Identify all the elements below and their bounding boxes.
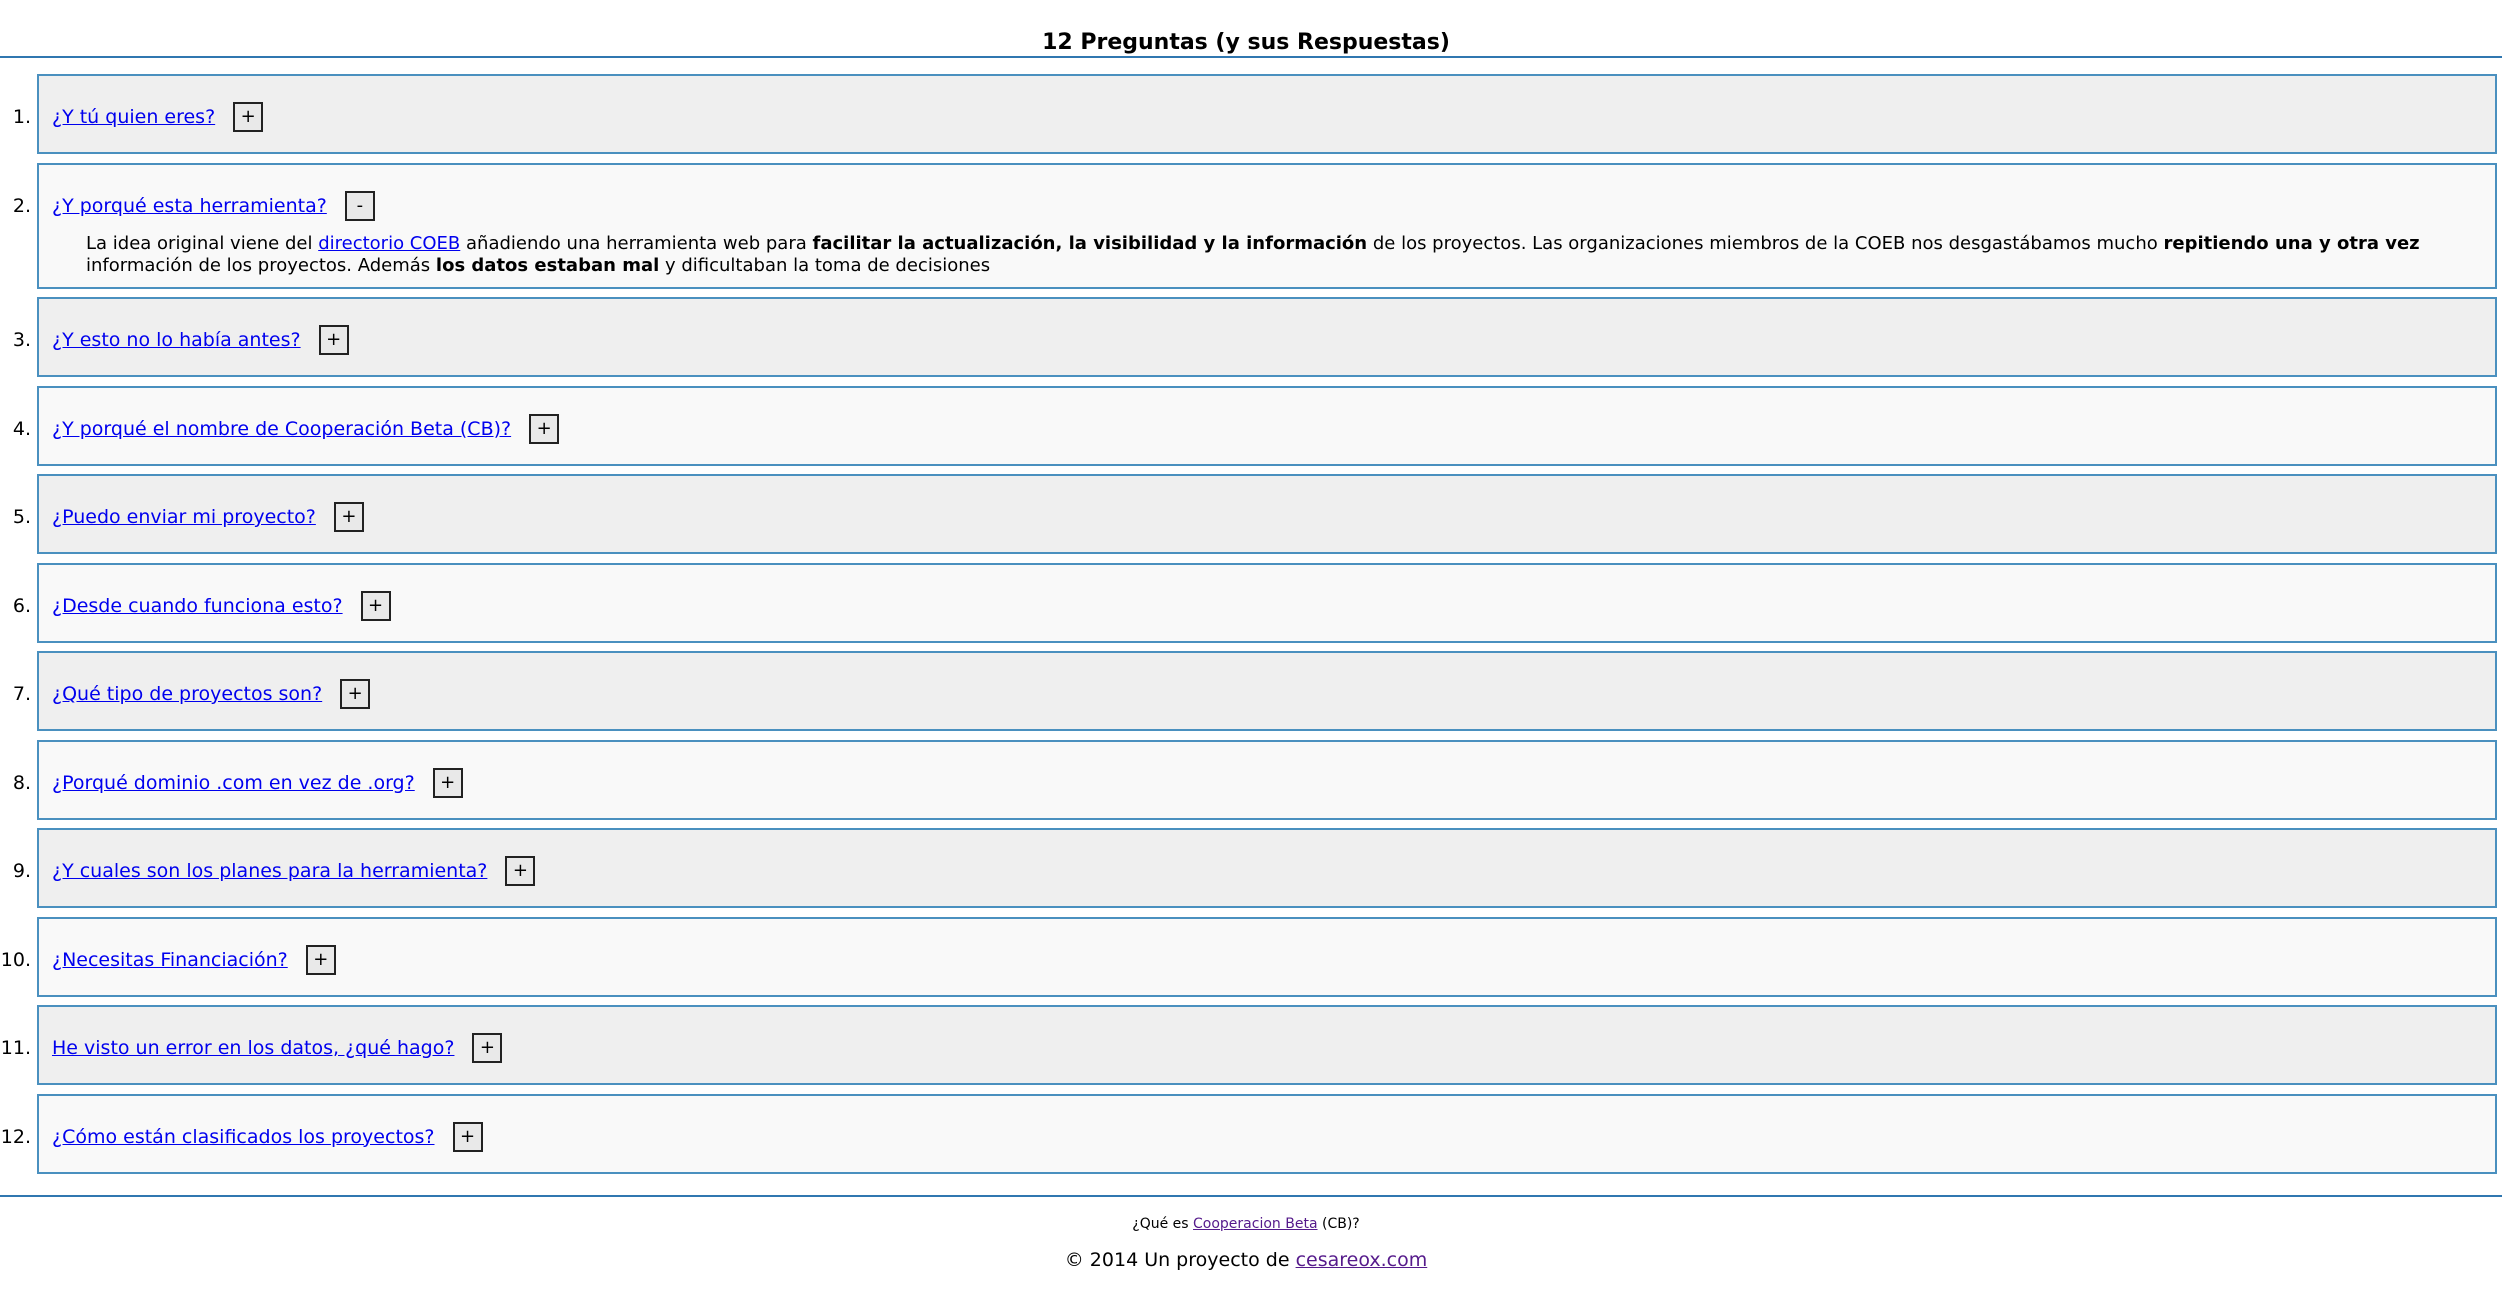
answer-text: y dificultaban la toma de decisiones xyxy=(659,254,991,276)
collapse-button[interactable]: - xyxy=(344,190,375,221)
faq-number: 5. xyxy=(12,506,31,528)
faq-header: ¿Puedo enviar mi proyecto? + xyxy=(52,500,364,534)
faq-panel: ¿Puedo enviar mi proyecto? + xyxy=(37,474,2497,554)
expand-button[interactable]: + xyxy=(318,325,349,355)
faq-item: 12. ¿Cómo están clasificados los proyect… xyxy=(0,1093,2502,1174)
faq-question-link[interactable]: ¿Necesitas Financiación? xyxy=(52,947,288,973)
faq-number: 9. xyxy=(12,860,31,882)
faq-list: 1. ¿Y tú quien eres? + 2. ¿Y porqué esta… xyxy=(0,74,2502,1182)
footer-credit: © 2014 Un proyecto de cesareox.com xyxy=(0,1247,2492,1273)
faq-panel: ¿Porqué dominio .com en vez de .org? + xyxy=(37,739,2497,820)
faq-panel: ¿Y porqué el nombre de Cooperación Beta … xyxy=(37,385,2497,466)
faq-header: ¿Desde cuando funciona esto? + xyxy=(52,589,391,623)
answer-text: información de los proyectos. Además xyxy=(86,254,436,276)
faq-item: 1. ¿Y tú quien eres? + xyxy=(0,74,2502,154)
answer-text: La idea original viene del xyxy=(86,232,319,254)
faq-number: 2. xyxy=(12,194,31,217)
faq-number: 3. xyxy=(12,329,31,351)
faq-item: 5. ¿Puedo enviar mi proyecto? + xyxy=(0,474,2502,554)
expand-button[interactable]: + xyxy=(233,102,264,132)
cooperacion-beta-link[interactable]: Cooperacion Beta xyxy=(1193,1216,1318,1232)
expand-button[interactable]: + xyxy=(452,1121,483,1152)
directorio-coeb-link[interactable]: directorio COEB xyxy=(318,233,460,254)
faq-question-link[interactable]: ¿Qué tipo de proyectos son? xyxy=(52,681,322,707)
faq-panel: ¿Y porqué esta herramienta? - La idea or… xyxy=(37,162,2497,289)
footer-divider xyxy=(0,1195,2502,1197)
faq-header: ¿Y porqué el nombre de Cooperación Beta … xyxy=(52,412,560,446)
faq-item: 10. ¿Necesitas Financiación? + xyxy=(0,916,2502,997)
faq-header: ¿Y porqué esta herramienta? - xyxy=(52,189,375,223)
faq-item: 3. ¿Y esto no lo había antes? + xyxy=(0,297,2502,377)
faq-item: 4. ¿Y porqué el nombre de Cooperación Be… xyxy=(0,385,2502,466)
faq-number: 1. xyxy=(12,106,31,128)
faq-panel: ¿Cómo están clasificados los proyectos? … xyxy=(37,1093,2497,1174)
faq-question-link[interactable]: ¿Y porqué el nombre de Cooperación Beta … xyxy=(52,416,511,442)
faq-header: ¿Y tú quien eres? + xyxy=(52,100,264,134)
answer-emphasis: repitiendo una y otra vez xyxy=(2163,232,2420,254)
faq-number: 8. xyxy=(12,771,31,794)
expand-button[interactable]: + xyxy=(505,856,536,886)
faq-number: 11. xyxy=(0,1037,31,1059)
faq-answer: La idea original viene del directorio CO… xyxy=(86,233,2461,277)
expand-button[interactable]: + xyxy=(305,944,336,975)
expand-button[interactable]: + xyxy=(529,413,560,444)
faq-item: 11. He visto un error en los datos, ¿qué… xyxy=(0,1005,2502,1085)
answer-emphasis: facilitar la actualización, la visibilid… xyxy=(812,232,1368,254)
expand-button[interactable]: + xyxy=(360,590,391,621)
expand-button[interactable]: + xyxy=(340,679,371,709)
footer-text: (CB)? xyxy=(1317,1216,1360,1232)
faq-question-link[interactable]: ¿Puedo enviar mi proyecto? xyxy=(52,504,316,530)
page-title: 12 Preguntas (y sus Respuestas) xyxy=(1042,30,1450,55)
faq-page: 12 Preguntas (y sus Respuestas) 1. ¿Y tú… xyxy=(0,0,2502,1290)
header-divider xyxy=(0,56,2502,58)
faq-panel: ¿Desde cuando funciona esto? + xyxy=(37,562,2497,643)
faq-panel: ¿Y cuales son los planes para la herrami… xyxy=(37,828,2497,908)
faq-item: 8. ¿Porqué dominio .com en vez de .org? … xyxy=(0,739,2502,820)
faq-number: 7. xyxy=(12,683,31,705)
faq-item: 6. ¿Desde cuando funciona esto? + xyxy=(0,562,2502,643)
faq-header: ¿Necesitas Financiación? + xyxy=(52,943,336,977)
faq-header: ¿Qué tipo de proyectos son? + xyxy=(52,677,371,711)
faq-header: ¿Y cuales son los planes para la herrami… xyxy=(52,854,536,888)
expand-button[interactable]: + xyxy=(432,767,463,798)
faq-header: ¿Y esto no lo había antes? + xyxy=(52,323,349,357)
faq-panel: ¿Qué tipo de proyectos son? + xyxy=(37,651,2497,731)
expand-button[interactable]: + xyxy=(472,1033,503,1063)
answer-text: añadiendo una herramienta web para xyxy=(460,232,813,254)
footer-text: © 2014 Un proyecto de xyxy=(1064,1249,1296,1271)
answer-emphasis: los datos estaban mal xyxy=(435,254,660,276)
faq-panel: He visto un error en los datos, ¿qué hag… xyxy=(37,1005,2497,1085)
faq-panel: ¿Y tú quien eres? + xyxy=(37,74,2497,154)
faq-question-link[interactable]: ¿Y esto no lo había antes? xyxy=(52,327,301,353)
faq-question-link[interactable]: He visto un error en los datos, ¿qué hag… xyxy=(52,1035,454,1061)
faq-question-link[interactable]: ¿Cómo están clasificados los proyectos? xyxy=(52,1124,435,1150)
footer-text: ¿Qué es xyxy=(1132,1216,1194,1232)
faq-header: ¿Porqué dominio .com en vez de .org? + xyxy=(52,766,463,800)
faq-question-link[interactable]: ¿Porqué dominio .com en vez de .org? xyxy=(52,770,415,796)
expand-button[interactable]: + xyxy=(333,502,364,532)
faq-item: 9. ¿Y cuales son los planes para la herr… xyxy=(0,828,2502,908)
faq-item: 7. ¿Qué tipo de proyectos son? + xyxy=(0,651,2502,731)
faq-number: 6. xyxy=(12,594,31,617)
faq-panel: ¿Necesitas Financiación? + xyxy=(37,916,2497,997)
faq-header: ¿Cómo están clasificados los proyectos? … xyxy=(52,1120,483,1154)
faq-number: 12. xyxy=(0,1125,31,1148)
answer-text: de los proyectos. Las organizaciones mie… xyxy=(1367,232,2164,254)
faq-panel: ¿Y esto no lo había antes? + xyxy=(37,297,2497,377)
faq-item: 2. ¿Y porqué esta herramienta? - La idea… xyxy=(0,162,2502,289)
footer-about: ¿Qué es Cooperacion Beta (CB)? xyxy=(0,1214,2492,1234)
faq-question-link[interactable]: ¿Y tú quien eres? xyxy=(52,104,215,130)
faq-question-link[interactable]: ¿Desde cuando funciona esto? xyxy=(52,593,343,619)
faq-question-link[interactable]: ¿Y porqué esta herramienta? xyxy=(52,193,327,219)
faq-number: 10. xyxy=(0,948,31,971)
faq-question-link[interactable]: ¿Y cuales son los planes para la herrami… xyxy=(52,858,487,884)
faq-number: 4. xyxy=(12,417,31,440)
cesareox-link[interactable]: cesareox.com xyxy=(1296,1249,1428,1271)
faq-header: He visto un error en los datos, ¿qué hag… xyxy=(52,1031,503,1065)
